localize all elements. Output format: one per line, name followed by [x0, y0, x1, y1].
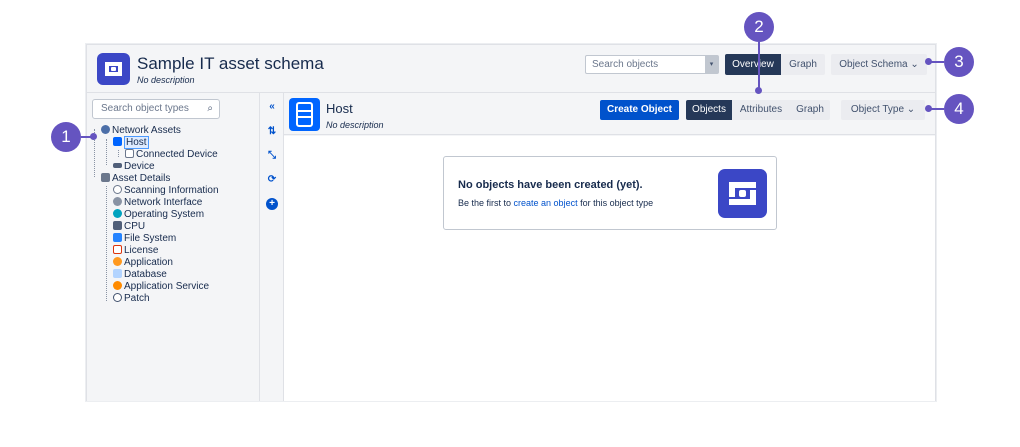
empty-state-title: No objects have been created (yet).: [458, 179, 643, 191]
tree-item-scanning-information[interactable]: Scanning Information: [113, 185, 219, 197]
object-type-description: No description: [326, 120, 384, 130]
tree-item-connected-device[interactable]: Connected Device: [125, 149, 218, 161]
tree-connector: [106, 186, 107, 301]
host-type-icon: [289, 98, 320, 131]
callout-2-dot: [755, 87, 762, 94]
attributes-tab[interactable]: Attributes: [732, 100, 790, 120]
callout-4: 4: [944, 94, 974, 124]
tree-item-host[interactable]: Host: [113, 136, 149, 149]
object-type-header: Host No description Create Object Object…: [284, 93, 935, 135]
expand-collapse-icon[interactable]: ⤡: [266, 150, 278, 162]
search-icon: ⌕: [207, 103, 213, 114]
application-service-icon: [113, 281, 122, 290]
search-objects-input[interactable]: Search objects: [585, 55, 719, 74]
connected-device-icon: [125, 149, 134, 158]
tree-item-asset-details[interactable]: Asset Details: [101, 173, 170, 185]
network-interface-icon: [113, 197, 122, 206]
empty-state-suffix: for this object type: [577, 198, 654, 208]
device-icon: [113, 163, 122, 168]
tree-connector: [118, 150, 119, 157]
search-object-types-placeholder: Search object types: [101, 103, 189, 114]
application-icon: [113, 257, 122, 266]
objects-tab[interactable]: Objects: [686, 100, 732, 120]
tree-connector: [106, 139, 107, 165]
empty-state-prefix: Be the first to: [458, 198, 514, 208]
tree-item-license[interactable]: License: [113, 245, 158, 257]
patch-icon: [113, 293, 122, 302]
os-icon: [113, 209, 122, 218]
tree-item-database[interactable]: Database: [113, 269, 167, 281]
tree-item-patch[interactable]: Patch: [113, 293, 150, 305]
tree-view-icon[interactable]: ⇅: [266, 126, 278, 138]
callout-2: 2: [744, 12, 774, 42]
app-frame: Sample IT asset schema No description Se…: [86, 44, 936, 401]
object-schema-dropdown[interactable]: Object Schema ⌄: [831, 54, 927, 75]
object-type-title: Host: [326, 101, 353, 116]
object-type-graph-tab[interactable]: Graph: [790, 100, 830, 120]
callout-2-connector: [758, 42, 760, 90]
callout-3-dot: [925, 58, 932, 65]
refresh-icon[interactable]: ⟳: [266, 174, 278, 186]
schema-header: Sample IT asset schema No description Se…: [87, 45, 935, 93]
callout-1: 1: [51, 122, 81, 152]
object-type-dropdown[interactable]: Object Type ⌄: [841, 100, 925, 120]
tree-item-application-service[interactable]: Application Service: [113, 281, 209, 293]
collapse-panel-icon[interactable]: «: [266, 101, 278, 113]
tree-item-file-system[interactable]: File System: [113, 233, 176, 245]
tree-item-application[interactable]: Application: [113, 257, 173, 269]
tree-item-network-interface[interactable]: Network Interface: [113, 197, 202, 209]
empty-state-card: No objects have been created (yet). Be t…: [443, 156, 777, 230]
database-icon: [113, 269, 122, 278]
create-object-link[interactable]: create an object: [514, 198, 578, 208]
schema-graph-button[interactable]: Graph: [781, 54, 825, 75]
object-type-tree-panel: Search object types ⌕ Network Assets Hos…: [87, 93, 260, 401]
tree-toolbar: « ⇅ ⤡ ⟳ +: [260, 93, 284, 401]
network-icon: [101, 125, 110, 134]
schema-description: No description: [137, 75, 195, 85]
callout-1-dot: [90, 133, 97, 140]
tree-item-operating-system[interactable]: Operating System: [113, 209, 204, 221]
callout-4-dot: [925, 105, 932, 112]
overview-button[interactable]: Overview: [725, 54, 781, 75]
objects-list-area: No objects have been created (yet). Be t…: [284, 136, 935, 401]
cpu-icon: [113, 221, 122, 230]
schema-title: Sample IT asset schema: [137, 54, 324, 73]
scanning-icon: [113, 185, 122, 194]
search-dropdown-icon[interactable]: ▾: [705, 56, 718, 73]
insight-logo-icon: [718, 169, 767, 218]
tree-item-device[interactable]: Device: [113, 161, 155, 173]
asset-details-icon: [101, 173, 110, 182]
search-object-types-input[interactable]: Search object types ⌕: [92, 99, 220, 119]
schema-logo-icon: [97, 53, 130, 85]
host-icon: [113, 137, 122, 146]
empty-state-text: Be the first to create an object for thi…: [458, 198, 653, 208]
create-object-button[interactable]: Create Object: [600, 100, 679, 120]
folder-icon: [113, 233, 122, 242]
license-icon: [113, 245, 122, 254]
callout-3: 3: [944, 47, 974, 77]
tree-item-cpu[interactable]: CPU: [113, 221, 145, 233]
add-object-type-icon[interactable]: +: [266, 198, 278, 210]
